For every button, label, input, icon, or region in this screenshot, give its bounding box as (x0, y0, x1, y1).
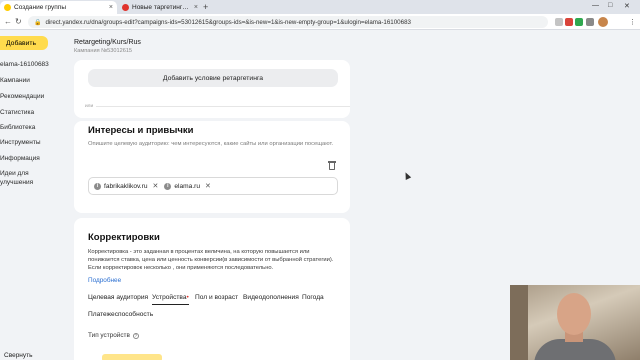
extension-green-icon[interactable] (575, 18, 583, 26)
extensions-puzzle-icon[interactable] (586, 18, 594, 26)
share-icon[interactable] (555, 18, 563, 26)
address-bar-row: ← ↻ 🔒 direct.yandex.ru/dna/groups-edit?c… (0, 14, 640, 30)
device-type-text: Тип устройств (88, 332, 130, 339)
extension-red-icon[interactable] (565, 18, 573, 26)
browser-menu-icon[interactable]: ⋮ (629, 18, 636, 26)
interests-title: Интересы и привычки (88, 125, 194, 136)
sidebar-item-recommendations[interactable]: Рекомендации (0, 93, 44, 101)
interest-chip: i fabrikaklikov.ru ✕ (94, 182, 158, 190)
add-button[interactable]: Добавить (0, 36, 48, 50)
browser-tab-create-group[interactable]: Создание группы × (0, 1, 117, 14)
tab-weather[interactable]: Погода (302, 294, 324, 301)
url-field[interactable]: 🔒 direct.yandex.ru/dna/groups-edit?campa… (28, 16, 548, 28)
sidebar-item-statistics[interactable]: Статистика (0, 109, 34, 117)
background-shelf (510, 285, 528, 360)
device-type-label: Тип устройств ? (88, 332, 139, 339)
campaign-title: Retargeting/Kurs/Rus (74, 39, 141, 46)
presenter-head (557, 293, 591, 335)
adjustments-title: Корректировки (88, 232, 160, 243)
sidebar-item-information[interactable]: Информация (0, 155, 40, 163)
tab-title: Новые таргетинги в Директе (132, 4, 191, 11)
close-tab-icon[interactable]: × (109, 4, 113, 11)
remove-chip-icon[interactable]: ✕ (205, 182, 211, 190)
add-retargeting-condition-button[interactable]: Добавить условие ретаргетинга (88, 69, 338, 87)
url-text: direct.yandex.ru/dna/groups-edit?campaig… (45, 18, 411, 26)
or-separator: или (82, 101, 350, 111)
webcam-overlay (510, 285, 640, 360)
tab-video-extensions[interactable]: Видеодополнения (243, 294, 299, 301)
info-icon[interactable]: i (164, 182, 172, 190)
error-dot-icon: • (186, 294, 189, 301)
sidebar-item-tools[interactable]: Инструменты (0, 139, 41, 147)
minimize-icon[interactable]: — (592, 2, 599, 9)
tab-target-audience[interactable]: Целевая аудитория (88, 294, 148, 301)
tab-solvency[interactable]: Платежеспособность (88, 311, 153, 318)
more-link[interactable]: Подробнее (88, 277, 121, 284)
adjustments-description: Корректировка - это заданная в процентах… (88, 249, 334, 271)
sidebar-item-account[interactable]: elama-16100683 (0, 61, 49, 69)
mouse-cursor-icon (402, 171, 412, 180)
close-window-icon[interactable]: ✕ (624, 2, 630, 10)
selected-segment[interactable] (102, 354, 162, 360)
presenter-shirt (534, 339, 616, 360)
trash-icon[interactable] (328, 161, 336, 170)
collapse-sidebar-button[interactable]: Свернуть (4, 352, 33, 359)
or-label: или (82, 103, 97, 109)
sidebar-item-ideas[interactable]: Идеи для (0, 170, 29, 178)
lock-icon: 🔒 (34, 19, 42, 26)
maximize-icon[interactable]: □ (608, 2, 612, 9)
yandex-favicon-icon (122, 4, 129, 11)
tab-title: Создание группы (14, 4, 66, 11)
sidebar: Добавить elama-16100683 Кампании Рекомен… (0, 31, 60, 360)
tab-devices[interactable]: Устройства• (152, 294, 189, 305)
profile-avatar[interactable] (598, 17, 608, 27)
chip-label: fabrikaklikov.ru (104, 182, 148, 190)
tab-devices-label: Устройства (152, 294, 187, 301)
new-tab-icon[interactable]: + (203, 2, 208, 12)
campaign-number: Кампания №53012615 (74, 48, 133, 54)
interests-description: Опишите целевую аудиторию: чем интересую… (88, 141, 334, 147)
sidebar-item-library[interactable]: Библиотека (0, 124, 35, 132)
trash-bin (329, 163, 335, 170)
separator-line (96, 105, 350, 107)
reload-icon[interactable]: ↻ (15, 17, 22, 26)
help-icon[interactable]: ? (132, 332, 139, 339)
browser-tab-bar: Создание группы × Новые таргетинги в Дир… (0, 0, 640, 14)
remove-chip-icon[interactable]: ✕ (152, 182, 158, 190)
interest-chip: i elama.ru ✕ (164, 182, 211, 190)
sidebar-item-campaigns[interactable]: Кампании (0, 77, 30, 85)
yandex-direct-favicon-icon (4, 4, 11, 11)
back-icon[interactable]: ← (4, 17, 12, 26)
device-type-selector[interactable] (88, 354, 338, 360)
chip-label: elama.ru (174, 182, 201, 190)
browser-tab-new-targetings[interactable]: Новые таргетинги в Директе × (118, 1, 202, 14)
tab-gender-age[interactable]: Пол и возраст (195, 294, 238, 301)
interests-input[interactable]: i fabrikaklikov.ru ✕ i elama.ru ✕ (88, 177, 338, 195)
sidebar-item-ideas-cont[interactable]: улучшения (0, 179, 33, 187)
info-icon[interactable]: i (94, 182, 101, 190)
close-tab-icon[interactable]: × (194, 4, 198, 11)
